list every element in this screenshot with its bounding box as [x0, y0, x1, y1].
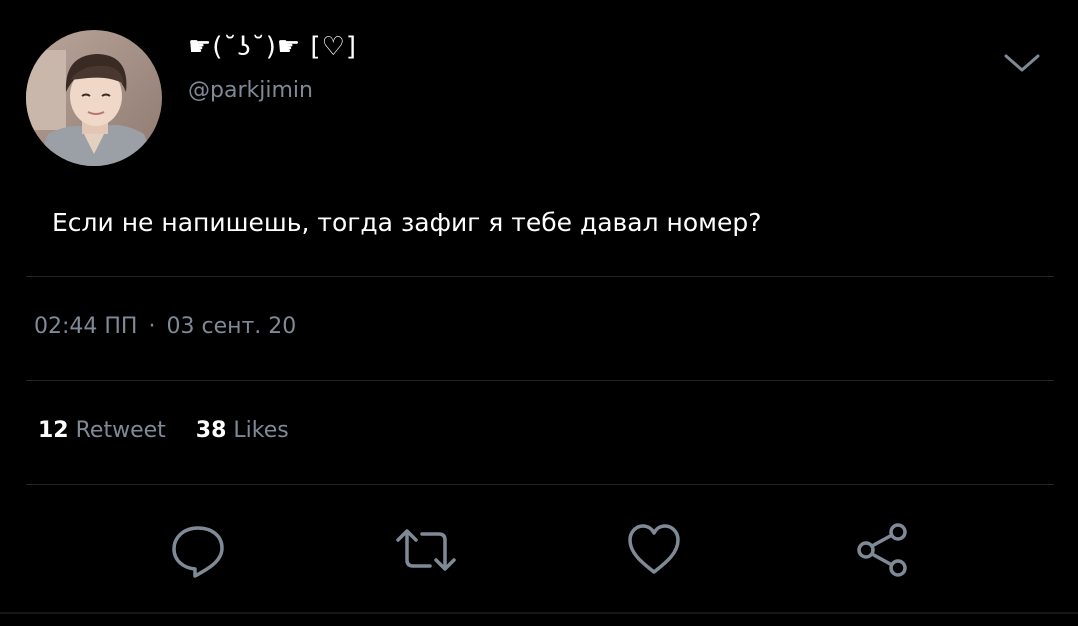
likes-count: 38: [195, 418, 227, 443]
reply-icon: [172, 526, 224, 578]
reply-button[interactable]: [168, 520, 228, 580]
heart-icon: [628, 524, 680, 574]
retweet-button[interactable]: [396, 520, 456, 580]
divider: [26, 276, 1054, 277]
retweets-label: Retweet: [75, 418, 166, 443]
display-name[interactable]: ☛(˘ʖ˘)☛ [♡]: [188, 32, 357, 62]
user-handle[interactable]: @parkjimin: [188, 78, 313, 103]
share-icon: [857, 523, 907, 577]
chevron-down-icon[interactable]: [1002, 48, 1042, 78]
divider: [26, 484, 1054, 485]
likes-stat[interactable]: 38 Likes: [196, 418, 289, 443]
likes-label: Likes: [233, 418, 289, 443]
bottom-divider: [0, 612, 1078, 614]
retweet-icon: [396, 529, 456, 571]
like-button[interactable]: [624, 520, 684, 580]
tweet-date: 03 сент. 20: [166, 314, 297, 339]
share-button[interactable]: [852, 520, 912, 580]
tweet-text: Если не напишешь, тогда зафиг я тебе дав…: [52, 208, 762, 237]
retweets-stat[interactable]: 12 Retweet: [38, 418, 173, 443]
tweet-stats: 12 Retweet 38 Likes: [38, 418, 289, 443]
tweet-time: 02:44 ПП: [34, 314, 138, 339]
tweet-meta: 02:44 ПП · 03 сент. 20: [34, 314, 296, 339]
retweets-count: 12: [38, 418, 69, 443]
meta-separator: ·: [148, 314, 156, 339]
avatar[interactable]: [26, 30, 162, 166]
avatar-image: [26, 30, 162, 166]
divider: [26, 380, 1054, 381]
